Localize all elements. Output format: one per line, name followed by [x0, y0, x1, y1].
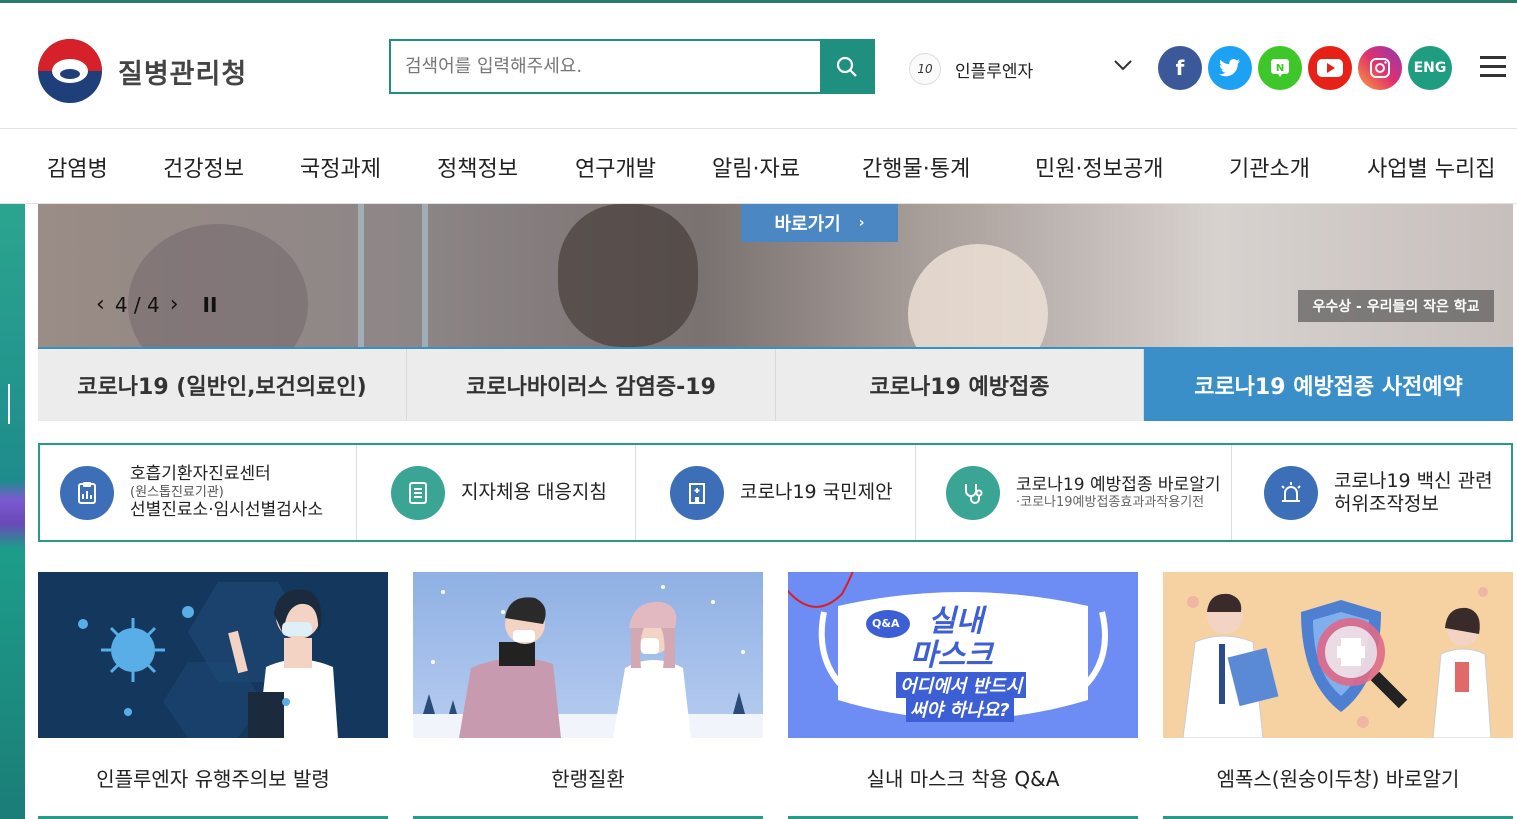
popular-keyword-ticker[interactable]: 10 인플루엔자	[909, 53, 1139, 85]
card-title: 엠폭스(원숭이두창) 바로알기	[1163, 738, 1513, 819]
featured-cards: 인플루엔자 유행주의보 발령 한랭질환 Q&A 실내 마스크 어디에서 반드시 …	[38, 572, 1513, 819]
quick-link-sub: (원스톱진료기관)	[130, 484, 224, 500]
tab-vaccination[interactable]: 코로나19 예방접종	[776, 349, 1144, 421]
card-indoor-mask-qa[interactable]: Q&A 실내 마스크 어디에서 반드시 써야 하나요? 실내 마스크 착용 Q&…	[788, 572, 1138, 819]
banner-goto-button[interactable]: 바로가기 ›	[741, 204, 898, 242]
card-cold-illness[interactable]: 한랭질환	[413, 572, 763, 819]
card-image	[413, 572, 763, 738]
quick-links: 호흡기환자진료센터 (원스톱진료기관) 선별진료소·임시선별검사소 지자체용 대…	[38, 443, 1513, 542]
tab-covid-general[interactable]: 코로나19 (일반인,보건의료인)	[38, 349, 407, 421]
chevron-right-icon: ›	[858, 215, 865, 231]
document-icon	[391, 465, 445, 520]
nav-publications[interactable]: 간행물·통계	[862, 151, 970, 183]
quick-link-sub: ·코로나19예방접종효과과작용기전	[1016, 494, 1205, 510]
naver-blog-icon[interactable]: N	[1258, 46, 1302, 90]
nav-health-info[interactable]: 건강정보	[163, 151, 244, 183]
tab-coronavirus[interactable]: 코로나바이러스 감염증-19	[407, 349, 776, 421]
nav-infectious-disease[interactable]: 감염병	[47, 151, 108, 183]
stethoscope-icon	[946, 465, 1000, 520]
quick-link-vaccine-info[interactable]: 코로나19 예방접종 바로알기 ·코로나19예방접종효과과작용기전	[916, 445, 1232, 540]
slide-pause-icon[interactable]: II	[203, 293, 218, 317]
nav-civil-service[interactable]: 민원·정보공개	[1035, 151, 1163, 183]
rank-keyword: 인플루엔자	[955, 61, 1034, 82]
quick-link-label: 코로나19 백신 관련	[1334, 469, 1493, 492]
sns-links: f N ENG	[1158, 46, 1452, 90]
logo[interactable]: 질병관리청	[38, 39, 247, 103]
tab-vaccination-reservation[interactable]: 코로나19 예방접종 사전예약	[1144, 349, 1513, 421]
hamburger-menu-icon[interactable]	[1480, 56, 1506, 78]
qa-badge: Q&A	[872, 617, 900, 630]
logo-text: 질병관리청	[118, 58, 248, 90]
quick-link-vaccine-misinfo[interactable]: 코로나19 백신 관련 허위조작정보	[1232, 445, 1511, 540]
nav-policy-info[interactable]: 정책정보	[437, 151, 518, 183]
quick-link-label-2: 선별진료소·임시선별검사소	[130, 500, 324, 521]
chevron-down-icon[interactable]	[1113, 59, 1133, 71]
clipboard-icon	[60, 465, 114, 520]
slide-next-icon[interactable]: ›	[170, 292, 179, 317]
search-icon	[836, 56, 857, 77]
card-image	[1163, 572, 1513, 738]
mask-art-line2: 마스크	[910, 638, 993, 673]
quick-link-label-2: 허위조작정보	[1334, 492, 1439, 515]
card-mpox[interactable]: 엠폭스(원숭이두창) 바로알기	[1163, 572, 1513, 819]
banner-caption: 우수상 - 우리들의 작은 학교	[1298, 290, 1494, 322]
quick-link-label: 코로나19 국민제안	[740, 481, 893, 504]
nav-notices[interactable]: 알림·자료	[712, 151, 800, 183]
main-banner-slide[interactable]: 바로가기 ›	[38, 204, 1513, 347]
rank-number: 10	[909, 53, 941, 85]
svg-text:N: N	[1276, 63, 1284, 74]
nav-national-tasks[interactable]: 국정과제	[300, 151, 381, 183]
card-influenza[interactable]: 인플루엔자 유행주의보 발령	[38, 572, 388, 819]
site-header: 질병관리청 10 인플루엔자 f N ENG	[0, 3, 1517, 129]
nav-research[interactable]: 연구개발	[575, 151, 656, 183]
mask-art-line3: 어디에서 반드시	[896, 672, 1027, 698]
mask-art-line4: 써야 하나요?	[906, 696, 1014, 722]
twitter-icon[interactable]	[1208, 46, 1252, 90]
youtube-icon[interactable]	[1308, 46, 1352, 90]
slider-controls: ‹ 4 / 4 › II	[96, 292, 217, 317]
card-image: Q&A 실내 마스크 어디에서 반드시 써야 하나요?	[788, 572, 1138, 738]
quick-link-proposal[interactable]: 코로나19 국민제안	[636, 445, 916, 540]
instagram-icon[interactable]	[1358, 46, 1402, 90]
taegeuk-logo-icon	[38, 39, 102, 103]
slide-prev-icon[interactable]: ‹	[96, 292, 105, 317]
banner-goto-label: 바로가기	[774, 214, 841, 235]
quick-link-label: 호흡기환자진료센터	[130, 464, 271, 485]
search-box	[389, 39, 875, 94]
nav-about[interactable]: 기관소개	[1229, 151, 1310, 183]
side-quick-bar[interactable]	[0, 204, 25, 819]
quick-link-label: 코로나19 예방접종 바로알기	[1016, 474, 1221, 495]
facebook-icon[interactable]: f	[1158, 46, 1202, 90]
card-image	[38, 572, 388, 738]
main-navigation: 감염병 건강정보 국정과제 정책정보 연구개발 알림·자료 간행물·통계 민원·…	[0, 130, 1517, 204]
search-input[interactable]	[391, 41, 820, 92]
building-icon	[670, 465, 724, 520]
siren-icon	[1264, 465, 1318, 520]
card-title: 한랭질환	[413, 738, 763, 819]
covid-tabs: 코로나19 (일반인,보건의료인) 코로나바이러스 감염증-19 코로나19 예…	[38, 347, 1513, 421]
quick-link-label: 지자체용 대응지침	[461, 481, 607, 504]
search-button[interactable]	[820, 41, 873, 92]
quick-link-local-guideline[interactable]: 지자체용 대응지침	[357, 445, 636, 540]
english-site-button[interactable]: ENG	[1408, 46, 1452, 90]
slide-counter: 4 / 4	[114, 292, 160, 317]
quick-link-clinic[interactable]: 호흡기환자진료센터 (원스톱진료기관) 선별진료소·임시선별검사소	[40, 445, 357, 540]
nav-project-sites[interactable]: 사업별 누리집	[1367, 151, 1495, 183]
card-title: 실내 마스크 착용 Q&A	[788, 738, 1138, 819]
card-title: 인플루엔자 유행주의보 발령	[38, 738, 388, 819]
